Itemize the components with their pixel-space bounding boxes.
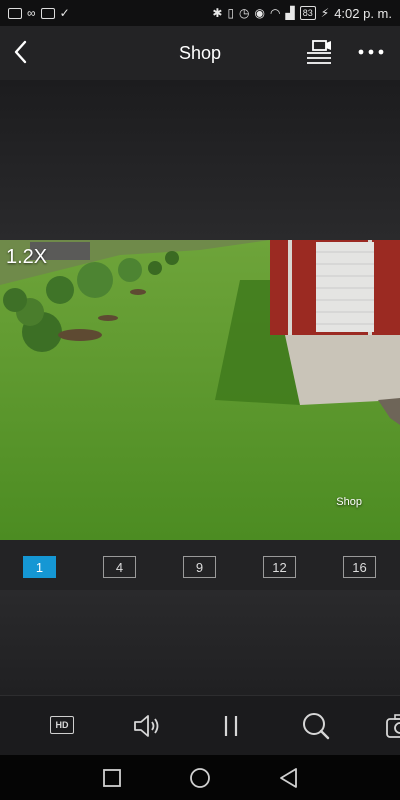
gmail-icon <box>40 7 55 19</box>
status-time: 4:02 p. m. <box>334 5 392 21</box>
split-12-button[interactable]: 12 <box>263 556 296 578</box>
back-chevron-icon <box>14 40 27 64</box>
eye-icon: ◉ <box>254 6 266 20</box>
hd-quality-icon: HD <box>50 716 74 734</box>
split-4-button[interactable]: 4 <box>103 556 136 578</box>
zoom-level-label: 1.2X <box>6 246 48 268</box>
split-9-label: 9 <box>195 559 204 575</box>
camera-video-feed[interactable]: 1.2X Shop <box>0 240 400 540</box>
alarm-icon: ◷ <box>239 6 250 20</box>
lower-empty-area <box>0 590 400 695</box>
hd-quality-button[interactable]: HD <box>50 710 82 742</box>
digital-zoom-icon <box>303 713 330 740</box>
back-triangle-icon <box>280 768 297 788</box>
pause-button[interactable] <box>216 710 248 742</box>
upper-empty-area <box>0 80 400 240</box>
signal-icon: ▟ <box>285 6 295 20</box>
back-button[interactable] <box>8 36 38 68</box>
top-bar: Shop <box>0 26 400 80</box>
split-1-label: 1 <box>35 559 44 575</box>
battery-level: 83 <box>302 8 313 18</box>
download-done-icon: ✓ <box>59 6 70 20</box>
more-button[interactable] <box>356 38 386 68</box>
split-1-button[interactable]: 1 <box>23 556 56 578</box>
hd-label: HD <box>55 720 69 730</box>
split-12-label: 12 <box>272 559 287 575</box>
vibrate-icon: ▯ <box>227 6 235 20</box>
split-16-button[interactable]: 16 <box>343 556 376 578</box>
more-dots-icon <box>358 49 384 55</box>
home-button[interactable] <box>187 765 213 791</box>
split-view-selector: 1 4 9 12 16 <box>0 556 400 582</box>
playback-button[interactable] <box>304 38 334 68</box>
camera-scene-image <box>0 240 400 540</box>
snapshot-button[interactable] <box>384 710 400 742</box>
status-bar: ∞ ✓ ✱ ▯ ◷ ◉ ◠ ▟ 83 ⚡ 4:02 p. m. <box>0 0 400 26</box>
split-9-button[interactable]: 9 <box>183 556 216 578</box>
battery-icon: 83 <box>299 6 316 20</box>
status-right-icons: ✱ ▯ ◷ ◉ ◠ ▟ 83 ⚡ 4:02 p. m. <box>212 6 392 21</box>
pause-icon <box>224 716 238 736</box>
wifi-icon: ◠ <box>270 6 281 20</box>
control-toolbar: HD <box>0 695 400 756</box>
split-16-label: 16 <box>352 559 367 575</box>
camera-name-overlay: Shop <box>336 496 362 508</box>
split-4-label: 4 <box>115 559 124 575</box>
mail-icon <box>8 7 22 19</box>
recent-apps-icon <box>103 769 121 787</box>
home-icon <box>190 768 210 788</box>
bluetooth-icon: ✱ <box>212 6 223 20</box>
digital-zoom-button[interactable] <box>300 710 332 742</box>
voicemail-icon: ∞ <box>27 6 36 20</box>
status-left-icons: ∞ ✓ <box>8 7 70 19</box>
charging-icon: ⚡ <box>320 6 330 20</box>
snapshot-camera-icon <box>386 714 400 738</box>
speaker-icon <box>134 715 159 737</box>
page-title: Shop <box>178 42 222 63</box>
system-back-button[interactable] <box>276 765 302 791</box>
system-nav-bar <box>0 755 400 800</box>
audio-button[interactable] <box>132 710 164 742</box>
playback-list-icon <box>307 40 331 64</box>
recent-apps-button[interactable] <box>99 765 125 791</box>
